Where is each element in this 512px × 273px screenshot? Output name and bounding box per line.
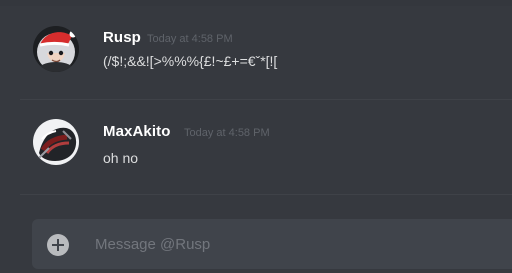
- message-timestamp: Today at 4:58 PM: [147, 33, 233, 45]
- message-author[interactable]: MaxAkito: [103, 123, 170, 140]
- message-text: oh no: [103, 150, 139, 166]
- message-divider: [20, 194, 512, 195]
- plus-circle-icon[interactable]: [47, 234, 69, 256]
- top-strip: [0, 0, 512, 6]
- message-divider: [20, 99, 512, 100]
- message-rusp: Rusp Today at 4:58 PM (/$!;&&![>%%%{£!~£…: [0, 22, 512, 92]
- user-avatar-icon[interactable]: [33, 26, 79, 72]
- message-author[interactable]: Rusp: [103, 29, 141, 46]
- user-avatar-icon[interactable]: [33, 119, 79, 165]
- message-input[interactable]: [95, 233, 475, 255]
- message-composer: [32, 219, 512, 269]
- message-text: (/$!;&&![>%%%{£!~£+=€ˇ*[![: [103, 53, 278, 69]
- message-timestamp: Today at 4:58 PM: [184, 127, 270, 139]
- message-maxakito: MaxAkito Today at 4:58 PM oh no: [0, 117, 512, 187]
- chat-frame: Rusp Today at 4:58 PM (/$!;&&![>%%%{£!~£…: [0, 0, 512, 273]
